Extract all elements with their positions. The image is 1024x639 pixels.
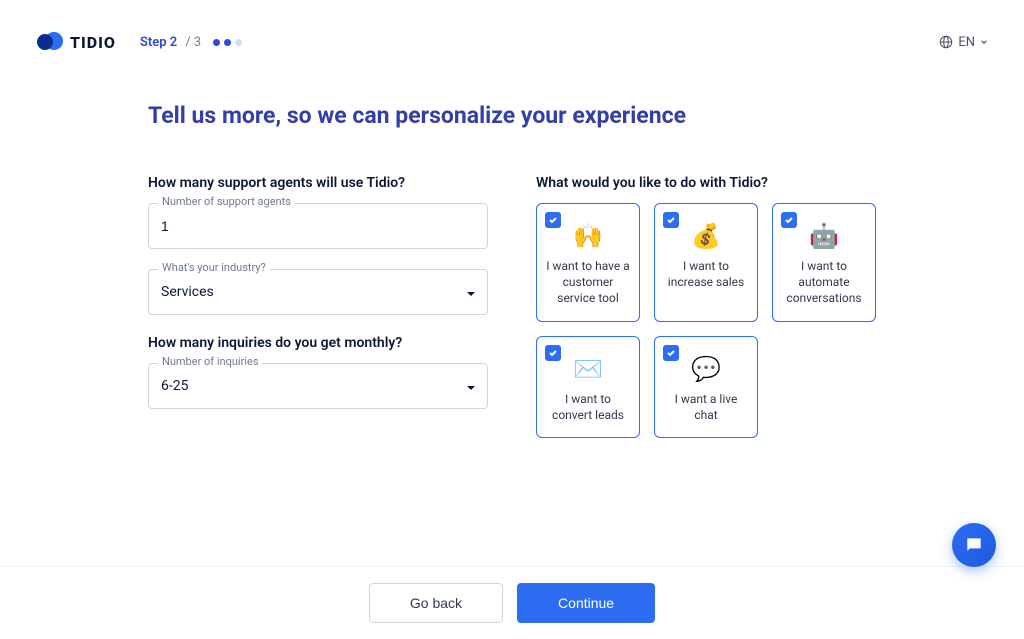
goal-card-label: I want to increase sales xyxy=(663,258,749,290)
step-total: / 3 xyxy=(185,35,201,50)
goal-card-increase-sales[interactable]: 💰 I want to increase sales xyxy=(654,203,758,322)
checkbox-checked-icon xyxy=(781,212,797,228)
robot-icon: 🤖 xyxy=(809,222,839,250)
step-current: Step 2 xyxy=(140,35,177,50)
brand-logo: TIDIO xyxy=(36,28,116,56)
industry-select[interactable]: Services xyxy=(148,269,488,315)
chat-bubble-icon: 💬 xyxy=(691,355,721,383)
logo-mark xyxy=(36,28,64,56)
checkbox-checked-icon xyxy=(663,345,679,361)
inquiries-label: How many inquiries do you get monthly? xyxy=(148,335,488,351)
go-back-button[interactable]: Go back xyxy=(369,583,503,623)
step-dot-3 xyxy=(235,39,242,46)
footer-bar: Go back Continue xyxy=(0,566,1024,639)
money-bag-icon: 💰 xyxy=(691,222,721,250)
agents-field-label: Number of support agents xyxy=(158,195,295,208)
language-label: EN xyxy=(958,35,975,50)
goal-card-label: I want a live chat xyxy=(663,391,749,423)
goal-card-customer-service[interactable]: 🙌 I want to have a customer service tool xyxy=(536,203,640,322)
step-dots xyxy=(213,39,242,46)
goals-label: What would you like to do with Tidio? xyxy=(536,175,876,191)
envelope-icon: ✉️ xyxy=(573,355,603,383)
page-title: Tell us more, so we can personalize your… xyxy=(148,102,876,129)
agents-label: How many support agents will use Tidio? xyxy=(148,175,488,191)
language-selector[interactable]: EN xyxy=(939,35,988,50)
goal-card-live-chat[interactable]: 💬 I want a live chat xyxy=(654,336,758,438)
step-dot-1 xyxy=(213,39,220,46)
continue-button[interactable]: Continue xyxy=(517,583,655,623)
globe-icon xyxy=(939,35,953,49)
inquiries-select[interactable]: 6-25 xyxy=(148,363,488,409)
goal-card-convert-leads[interactable]: ✉️ I want to convert leads xyxy=(536,336,640,438)
checkbox-checked-icon xyxy=(663,212,679,228)
goal-card-label: I want to automate conversations xyxy=(781,258,867,307)
step-indicator: Step 2 / 3 xyxy=(140,35,242,50)
chevron-down-icon xyxy=(980,38,988,46)
inquiries-field-label: Number of inquiries xyxy=(158,355,263,368)
goal-card-automate[interactable]: 🤖 I want to automate conversations xyxy=(772,203,876,322)
chat-icon xyxy=(964,535,984,555)
checkbox-checked-icon xyxy=(545,345,561,361)
hands-icon: 🙌 xyxy=(573,222,603,250)
agents-input[interactable] xyxy=(148,203,488,249)
brand-name: TIDIO xyxy=(70,33,116,52)
goal-card-label: I want to convert leads xyxy=(545,391,631,423)
checkbox-checked-icon xyxy=(545,212,561,228)
chat-fab-button[interactable] xyxy=(952,523,996,567)
step-dot-2 xyxy=(224,39,231,46)
goal-card-label: I want to have a customer service tool xyxy=(545,258,631,307)
industry-field-label: What's your industry? xyxy=(158,261,270,274)
